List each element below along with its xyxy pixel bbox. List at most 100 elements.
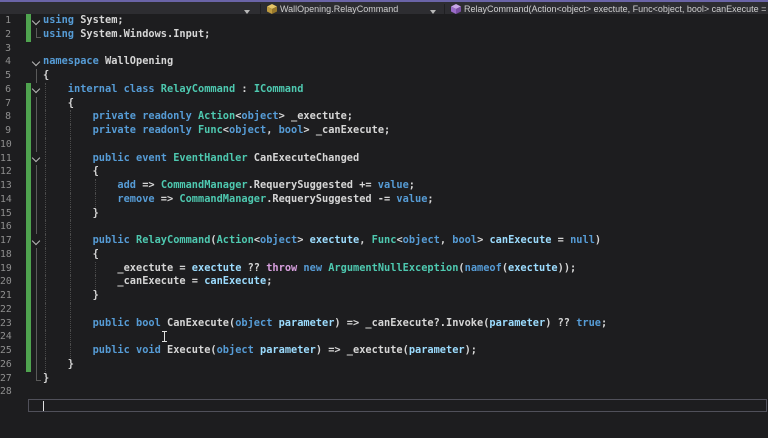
- change-tracking-bar: [26, 124, 31, 138]
- navigation-bar: WallOpening.RelayCommand RelayCommand(Ac…: [0, 0, 768, 14]
- change-tracking-bar: [26, 82, 31, 97]
- line-number: 14: [0, 193, 12, 205]
- collapse-chevron-icon[interactable]: [31, 57, 41, 66]
- collapse-chevron-icon[interactable]: [31, 153, 41, 163]
- code-text: {: [43, 247, 99, 260]
- change-tracking-bar: [26, 247, 31, 262]
- current-line-highlight: [28, 399, 767, 412]
- line-number: 15: [0, 207, 12, 219]
- collapse-chevron-icon[interactable]: [31, 16, 41, 25]
- indent-guide: [69, 137, 71, 152]
- code-line[interactable]: 7 {: [0, 96, 768, 111]
- code-text: _canExecute = canExecute;: [43, 275, 273, 288]
- change-tracking-bar: [26, 96, 31, 111]
- code-line[interactable]: 2 using System.Windows.Input;: [0, 27, 768, 42]
- code-line[interactable]: 23 public bool CanExecute(object paramet…: [0, 316, 768, 331]
- line-number: 4: [5, 56, 11, 68]
- code-line[interactable]: 14 remove => CommandManager.RequerySugge…: [0, 192, 768, 207]
- change-tracking-bar: [26, 179, 31, 193]
- outline-guide: [36, 357, 37, 372]
- code-line[interactable]: 16: [0, 220, 768, 234]
- code-line[interactable]: 8 private readonly Action<object> _exect…: [0, 110, 768, 124]
- method-icon: [451, 4, 461, 14]
- change-tracking-bar: [26, 14, 31, 28]
- code-line[interactable]: 9 private readonly Func<object, bool> _c…: [0, 124, 768, 138]
- line-number: 24: [0, 331, 12, 343]
- line-number: 18: [0, 248, 12, 260]
- code-text: }: [43, 206, 99, 219]
- code-line[interactable]: 10: [0, 137, 768, 152]
- navbar-divider: [444, 4, 445, 14]
- code-line[interactable]: 12 {: [0, 165, 768, 179]
- change-tracking-bar: [26, 165, 31, 179]
- code-text: _exectute = exectute ?? throw new Argume…: [43, 261, 577, 274]
- code-text: private readonly Func<object, bool> _can…: [43, 124, 391, 136]
- change-tracking-bar: [26, 330, 31, 344]
- code-line[interactable]: 20 _canExecute = canExecute;: [0, 275, 768, 289]
- code-line[interactable]: 28: [0, 385, 768, 399]
- code-line[interactable]: 22: [0, 302, 768, 317]
- code-line[interactable]: 24: [0, 330, 768, 344]
- code-line[interactable]: 21 }: [0, 289, 768, 303]
- outline-guide: [36, 137, 37, 152]
- line-number: 12: [0, 166, 12, 178]
- code-line[interactable]: 19 _exectute = exectute ?? throw new Arg…: [0, 261, 768, 276]
- code-line[interactable]: 27}: [0, 371, 768, 386]
- code-text: private readonly Action<object> _exectut…: [43, 110, 353, 123]
- indent-guide: [45, 302, 46, 317]
- code-text: {: [43, 165, 99, 178]
- code-line[interactable]: 4 namespace WallOpening: [0, 55, 768, 69]
- outline-guide: [36, 110, 37, 124]
- mouse-ibeam-cursor: [162, 330, 167, 342]
- line-number: 22: [0, 303, 12, 315]
- code-line[interactable]: 1 using System;: [0, 14, 768, 28]
- outline-guide: [36, 179, 37, 193]
- line-number: 8: [5, 111, 11, 123]
- outline-guide: [36, 124, 37, 138]
- indent-guide: [69, 220, 71, 234]
- line-number: 11: [0, 152, 12, 164]
- outline-guide: [36, 275, 37, 289]
- change-tracking-bar: [26, 289, 31, 303]
- line-number: 7: [5, 97, 11, 109]
- code-line[interactable]: 3: [0, 42, 768, 56]
- code-text: }: [43, 357, 74, 370]
- line-number: 19: [0, 262, 12, 274]
- collapse-chevron-icon[interactable]: [31, 85, 41, 94]
- line-number: 25: [0, 345, 12, 356]
- code-line[interactable]: 26 }: [0, 357, 768, 372]
- project-dropdown[interactable]: [0, 4, 258, 14]
- member-dropdown[interactable]: RelayCommand(Action<object> exectute, Fu…: [446, 4, 768, 14]
- line-number: 28: [0, 386, 12, 398]
- change-tracking-bar: [26, 220, 31, 234]
- line-number: 2: [5, 28, 11, 40]
- indent-guide: [69, 330, 71, 344]
- code-line[interactable]: 13 add => CommandManager.RequerySuggeste…: [0, 179, 768, 193]
- outline-guide: [36, 220, 37, 234]
- code-line[interactable]: 6 internal class RelayCommand : ICommand: [0, 82, 768, 97]
- outline-guide: [36, 330, 37, 344]
- code-line[interactable]: 15 }: [0, 206, 768, 221]
- text-caret: [43, 400, 45, 412]
- code-line[interactable]: 11 public event EventHandler CanExecuteC…: [0, 151, 768, 166]
- code-line[interactable]: 17 public RelayCommand(Action<object> ex…: [0, 234, 768, 248]
- code-line[interactable]: 18 {: [0, 247, 768, 262]
- code-text: }: [43, 371, 50, 384]
- outline-guide: [36, 192, 37, 207]
- code-text: add => CommandManager.RequerySuggested +…: [43, 179, 415, 191]
- change-tracking-bar: [26, 27, 31, 42]
- change-tracking-bar: [26, 316, 31, 331]
- code-text: namespace WallOpening: [43, 55, 174, 68]
- type-dropdown[interactable]: WallOpening.RelayCommand: [262, 4, 444, 14]
- outline-guide: [36, 96, 37, 111]
- code-line[interactable]: 25 public void Execute(object parameter)…: [0, 344, 768, 358]
- type-dropdown-label: WallOpening.RelayCommand: [280, 4, 399, 14]
- outline-guide: [36, 316, 37, 331]
- line-number: 13: [0, 180, 12, 191]
- outline-guide: [36, 344, 37, 358]
- collapse-chevron-icon[interactable]: [31, 236, 41, 245]
- line-number: 6: [5, 83, 11, 95]
- code-editor[interactable]: 1 using System; 2 using System.Windows.Inpu…: [0, 14, 768, 438]
- code-line[interactable]: 5{: [0, 69, 768, 83]
- change-tracking-bar: [26, 206, 31, 221]
